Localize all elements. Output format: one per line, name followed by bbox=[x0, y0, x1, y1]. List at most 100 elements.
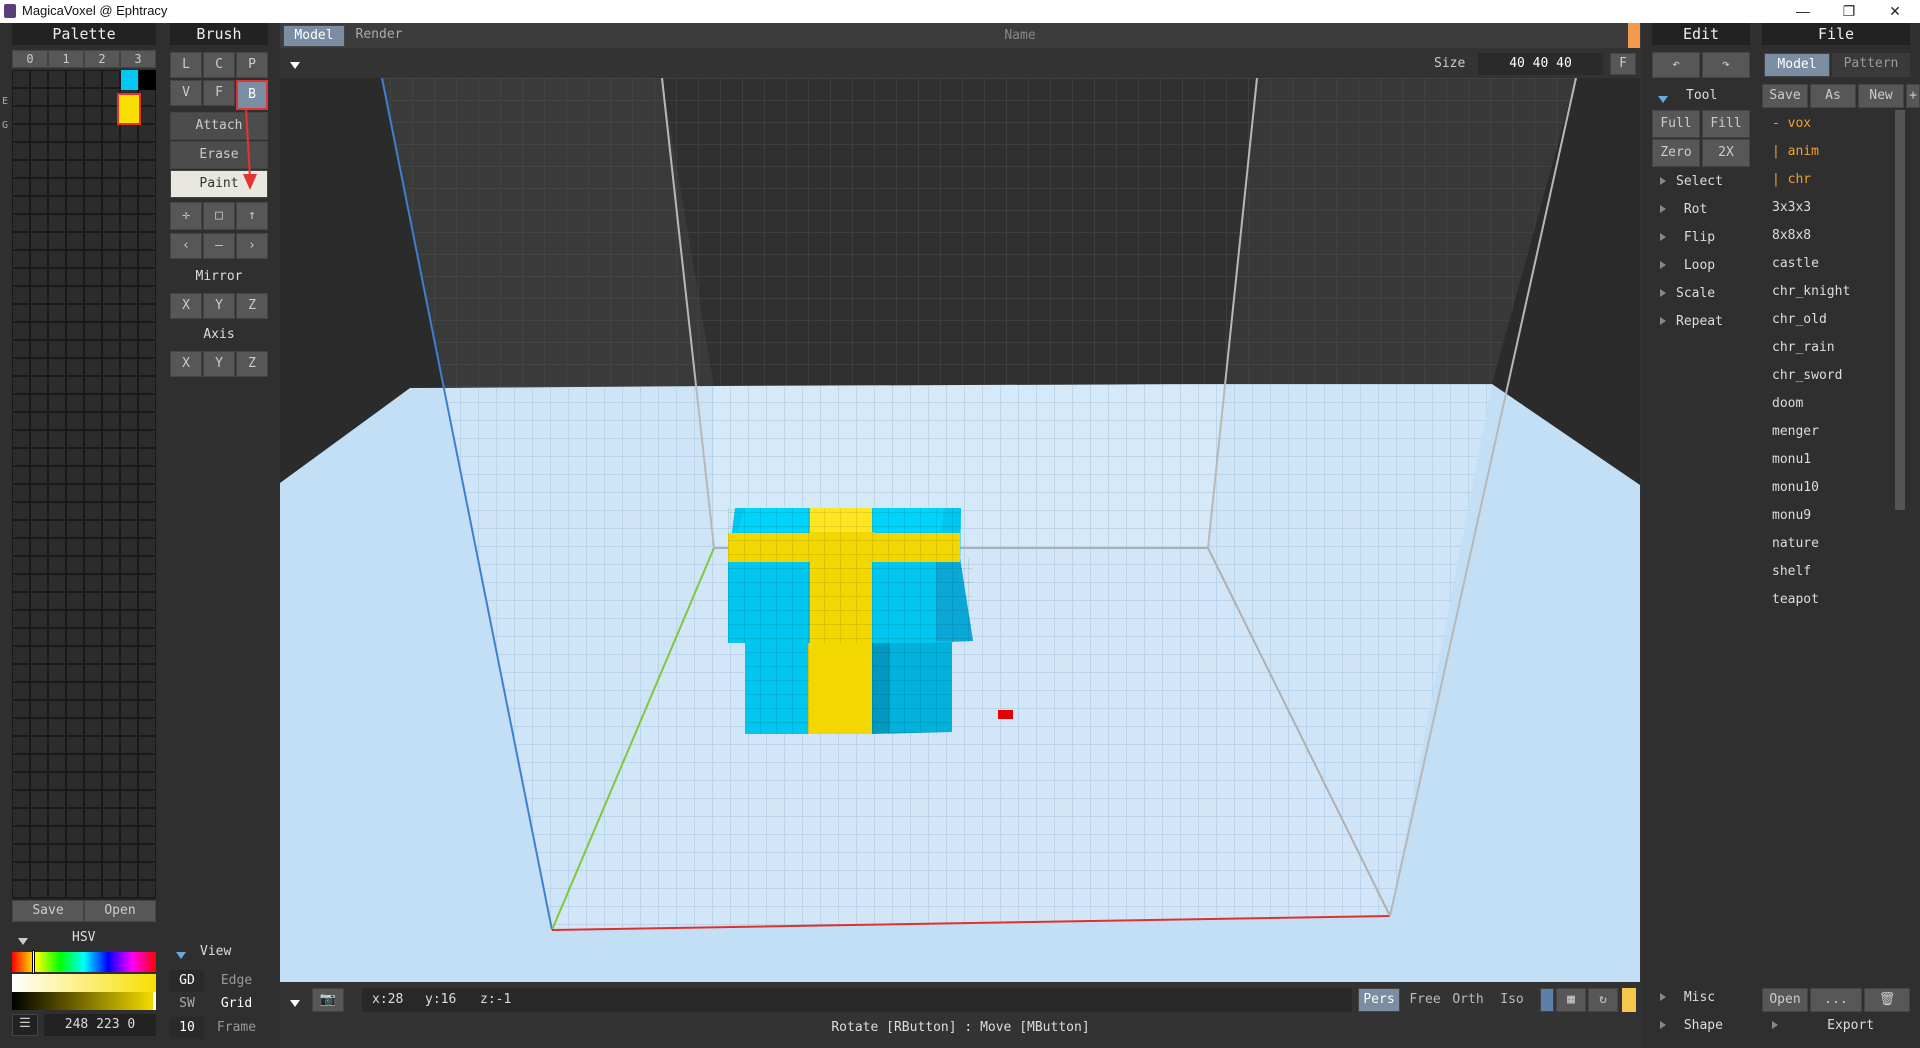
palette-save-button[interactable]: Save bbox=[12, 900, 84, 922]
palette-cell[interactable] bbox=[102, 592, 120, 610]
palette-cell[interactable] bbox=[12, 790, 30, 808]
palette-cell[interactable] bbox=[84, 592, 102, 610]
mirror-z-button[interactable]: Z bbox=[236, 293, 268, 319]
palette-cell[interactable] bbox=[48, 736, 66, 754]
palette-cell[interactable] bbox=[30, 880, 48, 898]
palette-cell[interactable] bbox=[102, 268, 120, 286]
reset-camera-icon[interactable]: ↻ bbox=[1588, 988, 1618, 1012]
viewport-tab-render[interactable]: Render bbox=[346, 25, 412, 47]
palette-cell[interactable] bbox=[138, 682, 156, 700]
palette-cell[interactable] bbox=[84, 484, 102, 502]
file-add-button[interactable]: + bbox=[1906, 84, 1920, 108]
palette-cell[interactable] bbox=[66, 628, 84, 646]
viewport-tab-model[interactable]: Model bbox=[283, 25, 345, 47]
palette-cell[interactable] bbox=[84, 700, 102, 718]
palette-cell[interactable] bbox=[30, 718, 48, 736]
palette-cell[interactable] bbox=[48, 538, 66, 556]
palette-cell[interactable] bbox=[30, 88, 48, 106]
close-icon[interactable]: ✕ bbox=[1872, 0, 1918, 22]
palette-cell[interactable] bbox=[102, 160, 120, 178]
hue-slider-handle[interactable] bbox=[32, 950, 35, 974]
value-slider-handle[interactable] bbox=[153, 992, 156, 1010]
brush-c-button[interactable]: C bbox=[203, 52, 235, 78]
palette-cell[interactable] bbox=[12, 142, 30, 160]
palette-cell[interactable] bbox=[12, 664, 30, 682]
edit-rot-item[interactable]: Rot bbox=[1660, 202, 1707, 217]
palette-grid[interactable] bbox=[12, 70, 156, 900]
palette-cell[interactable] bbox=[48, 268, 66, 286]
palette-cell[interactable] bbox=[138, 880, 156, 898]
palette-cell[interactable] bbox=[66, 556, 84, 574]
palette-cell[interactable] bbox=[30, 862, 48, 880]
palette-cell[interactable] bbox=[84, 412, 102, 430]
palette-cell[interactable] bbox=[12, 880, 30, 898]
palette-cell[interactable] bbox=[120, 610, 138, 628]
palette-cell[interactable] bbox=[66, 178, 84, 196]
palette-cell[interactable] bbox=[30, 250, 48, 268]
palette-cell[interactable] bbox=[12, 448, 30, 466]
file-item[interactable]: castle bbox=[1772, 256, 1819, 271]
palette-cell[interactable] bbox=[102, 394, 120, 412]
palette-cell[interactable] bbox=[102, 880, 120, 898]
palette-cell[interactable] bbox=[48, 124, 66, 142]
palette-color-cyan[interactable] bbox=[121, 70, 138, 90]
palette-cell[interactable] bbox=[66, 790, 84, 808]
palette-cell[interactable] bbox=[102, 808, 120, 826]
palette-cell[interactable] bbox=[102, 772, 120, 790]
file-tab-model[interactable]: Model bbox=[1764, 53, 1830, 77]
palette-cell[interactable] bbox=[102, 574, 120, 592]
palette-cell[interactable] bbox=[12, 556, 30, 574]
file-item[interactable]: chr_sword bbox=[1772, 368, 1842, 383]
palette-cell[interactable] bbox=[48, 790, 66, 808]
palette-cell[interactable] bbox=[48, 592, 66, 610]
side-letter-g[interactable]: G bbox=[2, 120, 8, 131]
palette-cell[interactable] bbox=[120, 394, 138, 412]
palette-open-button[interactable]: Open bbox=[84, 900, 156, 922]
palette-cell[interactable] bbox=[84, 880, 102, 898]
brush-f-button[interactable]: F bbox=[203, 80, 235, 106]
palette-cell[interactable] bbox=[120, 358, 138, 376]
file-item[interactable]: monu10 bbox=[1772, 480, 1819, 495]
file-open-button[interactable]: Open bbox=[1762, 988, 1808, 1012]
chevron-right-icon[interactable]: › bbox=[236, 233, 268, 259]
mirror-y-button[interactable]: Y bbox=[203, 293, 235, 319]
palette-cell[interactable] bbox=[66, 502, 84, 520]
folder-vox[interactable]: - vox bbox=[1772, 116, 1811, 131]
palette-cell[interactable] bbox=[48, 178, 66, 196]
palette-cell[interactable] bbox=[120, 520, 138, 538]
palette-cell[interactable] bbox=[120, 682, 138, 700]
palette-cell[interactable] bbox=[102, 70, 120, 88]
palette-cell[interactable] bbox=[30, 286, 48, 304]
palette-cell[interactable] bbox=[102, 484, 120, 502]
palette-cell[interactable] bbox=[30, 844, 48, 862]
palette-cell[interactable] bbox=[12, 502, 30, 520]
folder-anim[interactable]: | anim bbox=[1772, 144, 1819, 159]
viewport-menu-icon[interactable] bbox=[290, 58, 300, 73]
restore-icon[interactable]: ❐ bbox=[1826, 0, 1872, 22]
palette-cell[interactable] bbox=[84, 88, 102, 106]
palette-cell[interactable] bbox=[30, 178, 48, 196]
palette-color-black[interactable] bbox=[139, 70, 156, 90]
palette-cell[interactable] bbox=[66, 466, 84, 484]
palette-cell[interactable] bbox=[48, 232, 66, 250]
palette-cell[interactable] bbox=[12, 628, 30, 646]
redo-icon[interactable]: ↷ bbox=[1702, 52, 1750, 78]
palette-cell[interactable] bbox=[120, 664, 138, 682]
palette-cell[interactable] bbox=[12, 286, 30, 304]
palette-cell[interactable] bbox=[84, 862, 102, 880]
palette-cell[interactable] bbox=[12, 520, 30, 538]
palette-cell[interactable] bbox=[138, 736, 156, 754]
palette-cell[interactable] bbox=[30, 358, 48, 376]
palette-cell[interactable] bbox=[66, 484, 84, 502]
view-gd-key[interactable]: GD bbox=[170, 970, 204, 992]
palette-cell[interactable] bbox=[30, 70, 48, 88]
palette-cell[interactable] bbox=[102, 178, 120, 196]
bottom-menu-icon[interactable] bbox=[290, 996, 300, 1011]
extrude-icon[interactable]: ↑ bbox=[236, 202, 268, 230]
palette-cell[interactable] bbox=[12, 394, 30, 412]
tool-zero-button[interactable]: Zero bbox=[1652, 139, 1700, 167]
palette-cell[interactable] bbox=[138, 322, 156, 340]
palette-cell[interactable] bbox=[138, 754, 156, 772]
palette-cell[interactable] bbox=[48, 322, 66, 340]
palette-cell[interactable] bbox=[30, 826, 48, 844]
